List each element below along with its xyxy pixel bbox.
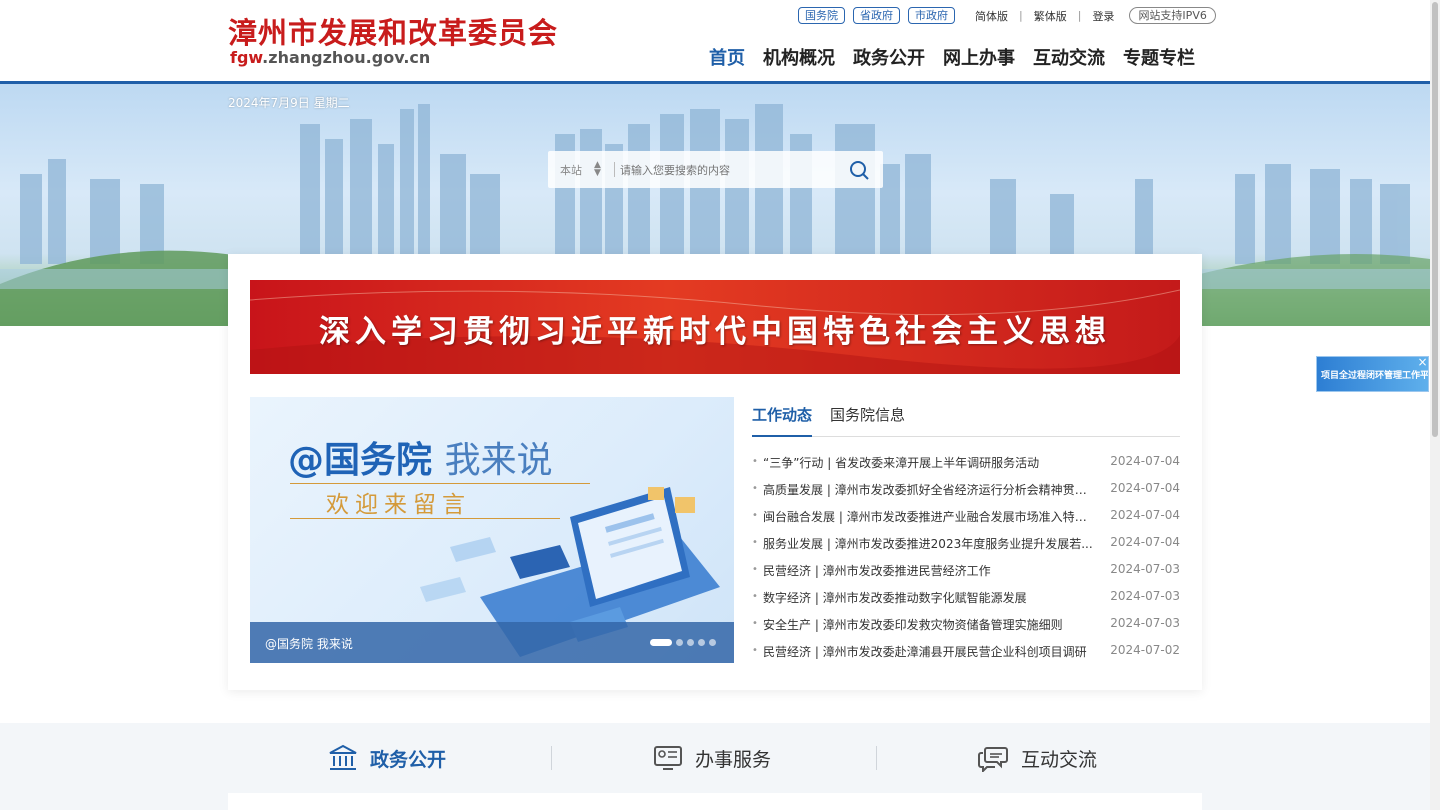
banner-title: 深入学习贯彻习近平新时代中国特色社会主义思想 — [319, 314, 1111, 350]
list-item[interactable]: • 数字经济 | 漳州市发改委推动数字化赋智能源发展 2024-07-03 — [752, 585, 1180, 612]
site-title[interactable]: 漳州市发展和改革委员会 — [228, 10, 558, 52]
divider — [876, 746, 877, 770]
bullet-icon: • — [752, 456, 758, 467]
news-title[interactable]: 数字经济 | 漳州市发改委推动数字化赋智能源发展 — [763, 589, 1098, 606]
divider — [551, 746, 552, 770]
site-header: 漳州市发展和改革委员会 fgw.zhangzhou.gov.cn 国务院 省政府… — [0, 0, 1440, 84]
slider-dot[interactable] — [687, 639, 694, 646]
search-input[interactable] — [620, 159, 840, 181]
tab-interaction[interactable]: 互动交流 — [977, 744, 1097, 772]
link-guowuyuan[interactable]: 国务院 — [798, 7, 845, 24]
nav-interaction[interactable]: 互动交流 — [1033, 44, 1105, 74]
link-city-gov[interactable]: 市政府 — [908, 7, 955, 24]
slider-dot[interactable] — [709, 639, 716, 646]
floating-ad-text: 项目全过程闭环管理工作平台2.0 — [1321, 371, 1429, 381]
slide-caption-bar: @国务院 我来说 — [250, 622, 734, 663]
divider: | — [1019, 9, 1023, 22]
tab-work-news[interactable]: 工作动态 — [752, 402, 813, 437]
bullet-icon: • — [752, 537, 758, 548]
current-date: 2024年7月9日 星期二 — [228, 96, 350, 110]
news-title[interactable]: 民营经济 | 漳州市发改委赴漳浦县开展民营企业科创项目调研 — [763, 643, 1098, 660]
government-building-icon — [329, 744, 357, 770]
list-item[interactable]: • 高质量发展 | 漳州市发改委抓好全省经济运行分析会精神贯彻... 2024-07… — [752, 477, 1180, 504]
close-icon[interactable]: × — [1416, 356, 1429, 369]
nav-home[interactable]: 首页 — [709, 44, 745, 74]
news-date: 2024-07-03 — [1110, 562, 1180, 576]
chat-bubbles-icon — [978, 747, 1008, 772]
news-list: • “三争”行动 | 省发改委来漳开展上半年调研服务活动 2024-07-04 • 高… — [752, 450, 1180, 666]
site-url-rest: .zhangzhou.gov.cn — [262, 48, 431, 67]
tab-services[interactable]: 办事服务 — [653, 744, 771, 772]
tab-interaction-label: 互动交流 — [1021, 748, 1098, 771]
slider-dot[interactable] — [650, 639, 672, 646]
lang-traditional[interactable]: 繁体版 — [1034, 8, 1067, 24]
tab-gov-affairs-label: 政务公开 — [370, 748, 447, 771]
bottom-content-card — [228, 793, 1202, 810]
news-title[interactable]: 民营经济 | 漳州市发改委推进民营经济工作 — [763, 562, 1098, 579]
tab-services-label: 办事服务 — [695, 748, 772, 771]
list-item[interactable]: • 服务业发展 | 漳州市发改委推进2023年度服务业提升发展若... 2024-0… — [752, 531, 1180, 558]
login-link[interactable]: 登录 — [1092, 8, 1114, 24]
slide-heading-bold: @国务院 — [288, 440, 433, 481]
list-item[interactable]: • 民营经济 | 漳州市发改委推进民营经济工作 2024-07-03 — [752, 558, 1180, 585]
search-icon[interactable] — [848, 159, 870, 181]
news-date: 2024-07-02 — [1110, 643, 1180, 657]
scrollbar-thumb[interactable] — [1432, 2, 1438, 437]
slider-dot[interactable] — [698, 639, 705, 646]
list-item[interactable]: • 民营经济 | 漳州市发改委赴漳浦县开展民营企业科创项目调研 2024-07-02 — [752, 639, 1180, 666]
slider-dot[interactable] — [676, 639, 683, 646]
news-date: 2024-07-03 — [1110, 616, 1180, 630]
news-title[interactable]: 服务业发展 | 漳州市发改委推进2023年度服务业提升发展若... — [763, 535, 1098, 552]
news-date: 2024-07-04 — [1110, 508, 1180, 522]
sort-arrows-icon: ▲ ▼ — [594, 160, 601, 178]
main-card: 深入学习贯彻习近平新时代中国特色社会主义思想 @国务院 我来说 欢迎来留言 @国… — [228, 254, 1202, 690]
bullet-icon: • — [752, 483, 758, 494]
nav-gov-affairs[interactable]: 政务公开 — [853, 44, 925, 74]
divider: | — [1077, 9, 1082, 22]
theme-banner[interactable]: 深入学习贯彻习近平新时代中国特色社会主义思想 — [250, 280, 1180, 374]
image-slider[interactable]: @国务院 我来说 欢迎来留言 @国务院 我来说 — [250, 397, 734, 663]
bullet-icon: • — [752, 564, 758, 575]
slide-caption[interactable]: @国务院 我来说 — [265, 635, 353, 652]
news-date: 2024-07-04 — [1110, 481, 1180, 495]
tab-state-council-info[interactable]: 国务院信息 — [830, 402, 905, 437]
news-title[interactable]: 高质量发展 | 漳州市发改委抓好全省经济运行分析会精神贯彻... — [763, 481, 1098, 498]
bullet-icon: • — [752, 591, 758, 602]
news-title[interactable]: 安全生产 | 漳州市发改委印发救灾物资储备管理实施细则 — [763, 616, 1098, 633]
bullet-icon: • — [752, 645, 758, 656]
site-url-prefix: fgw — [230, 48, 263, 67]
site-url: fgw.zhangzhou.gov.cn — [230, 48, 430, 67]
nav-organization[interactable]: 机构概况 — [763, 44, 835, 74]
search-divider — [614, 162, 615, 177]
news-tabs: 工作动态 国务院信息 — [752, 402, 1180, 437]
bullet-icon: • — [752, 618, 758, 629]
ipv6-badge: 网站支持IPV6 — [1129, 7, 1216, 24]
link-provincial-gov[interactable]: 省政府 — [853, 7, 900, 24]
floating-ad[interactable]: 项目全过程闭环管理工作平台2.0 — [1316, 356, 1429, 392]
news-title[interactable]: 闽台融合发展 | 漳州市发改委推进产业融合发展市场准入特别... — [763, 508, 1098, 525]
list-item[interactable]: • 闽台融合发展 | 漳州市发改委推进产业融合发展市场准入特别... 2024-07… — [752, 504, 1180, 531]
search-scope-select[interactable]: 本站 — [560, 162, 582, 178]
search-box: 本站 ▲ ▼ — [548, 151, 883, 188]
tab-gov-affairs[interactable]: 政务公开 — [328, 744, 446, 772]
slider-pagination — [650, 639, 716, 646]
page: 漳州市发展和改革委员会 fgw.zhangzhou.gov.cn 国务院 省政府… — [0, 0, 1440, 810]
list-item[interactable]: • “三争”行动 | 省发改委来漳开展上半年调研服务活动 2024-07-04 — [752, 450, 1180, 477]
news-date: 2024-07-04 — [1110, 535, 1180, 549]
list-item[interactable]: • 安全生产 | 漳州市发改委印发救灾物资储备管理实施细则 2024-07-03 — [752, 612, 1180, 639]
lang-simplified[interactable]: 简体版 — [975, 8, 1008, 24]
top-links: 国务院 省政府 市政府 简体版 | 繁体版 | 登录 网站支持IPV6 — [798, 7, 1216, 24]
service-screen-icon — [654, 746, 682, 770]
news-title[interactable]: “三争”行动 | 省发改委来漳开展上半年调研服务活动 — [763, 454, 1098, 471]
main-nav: 首页 机构概况 政务公开 网上办事 互动交流 专题专栏 — [700, 44, 1204, 74]
nav-online-services[interactable]: 网上办事 — [943, 44, 1015, 74]
nav-special-topics[interactable]: 专题专栏 — [1123, 44, 1195, 74]
bullet-icon: • — [752, 510, 758, 521]
news-date: 2024-07-03 — [1110, 589, 1180, 603]
news-date: 2024-07-04 — [1110, 454, 1180, 468]
